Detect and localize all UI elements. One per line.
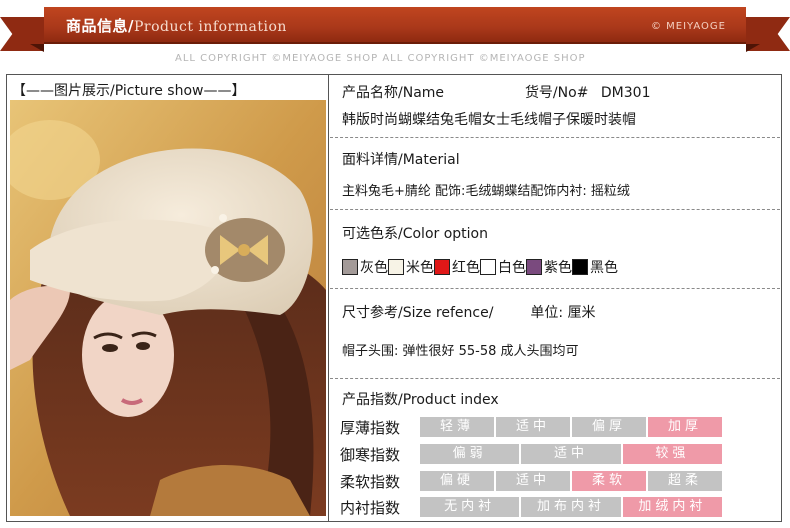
separator	[330, 137, 780, 138]
product-index-cell-selected: 加绒内衬	[622, 497, 722, 517]
size-title: 尺寸参考/Size refence/	[342, 305, 494, 321]
product-photo-illustration	[10, 100, 326, 516]
separator	[330, 288, 780, 289]
product-index-cell: 适中	[521, 444, 621, 464]
color-swatch	[342, 259, 358, 275]
size-header: 尺寸参考/Size refence/ 单位: 厘米	[342, 302, 596, 322]
size-text: 帽子头围: 弹性很好 55-58 成人头围均可	[342, 344, 579, 359]
product-index-cell-selected: 加厚	[648, 417, 722, 437]
material-title: 面料详情/Material	[342, 152, 460, 168]
product-index-cell: 超柔	[648, 471, 722, 491]
color-option-title: 可选色系/Color option	[342, 226, 488, 242]
color-option-item: 白色	[480, 257, 526, 277]
product-index-cell-selected: 柔软	[572, 471, 646, 491]
product-index-title: 产品指数/Product index	[342, 392, 499, 408]
product-index-cell: 适中	[496, 417, 570, 437]
size-unit-label: 单位: 厘米	[530, 305, 596, 321]
color-label: 灰色	[360, 260, 388, 276]
product-index-row: 内衬指数 无内衬 加布内衬 加绒内衬	[340, 497, 725, 517]
product-index-cell: 偏硬	[420, 471, 494, 491]
color-option-list: 灰色 米色 红色 白色 紫色 黑色	[342, 257, 618, 277]
product-index-cell: 适中	[496, 471, 570, 491]
color-swatch	[526, 259, 542, 275]
sku-value: DM301	[600, 85, 651, 101]
product-name-header: 产品名称/Name 货号/No# DM301	[342, 82, 650, 102]
product-name-label: 产品名称/Name	[342, 85, 445, 101]
separator	[330, 378, 780, 379]
header-brand: © MEIYAOGE	[650, 21, 726, 32]
color-label: 红色	[452, 260, 480, 276]
product-index-label: 柔软指数	[340, 473, 401, 491]
product-index-label: 御寒指数	[340, 446, 401, 464]
color-option-item: 米色	[388, 257, 434, 277]
product-index-cell: 偏厚	[572, 417, 646, 437]
separator	[330, 209, 780, 210]
header-title-cn: 商品信息/	[66, 17, 134, 35]
product-index-row: 柔软指数 偏硬 适中 柔软 超柔	[340, 471, 725, 491]
color-swatch	[434, 259, 450, 275]
color-label: 白色	[498, 260, 526, 276]
product-index-cell-selected: 较强	[622, 444, 722, 464]
product-photo	[10, 100, 326, 516]
product-index-cell: 加布内衬	[521, 497, 621, 517]
product-index-cell: 偏弱	[420, 444, 520, 464]
product-name-value: 韩版时尚蝴蝶结兔毛帽女士毛线帽子保暖时装帽	[342, 112, 636, 128]
product-index-row: 厚薄指数 轻薄 适中 偏厚 加厚	[340, 417, 725, 437]
color-option-item: 黑色	[572, 257, 618, 277]
color-label: 紫色	[544, 260, 572, 276]
product-index-cell: 轻薄	[420, 417, 494, 437]
product-index-row: 御寒指数 偏弱 适中 较强	[340, 444, 725, 464]
product-index-label: 厚薄指数	[340, 419, 401, 437]
product-index-label: 内衬指数	[340, 499, 401, 517]
color-label: 黑色	[590, 260, 618, 276]
header-title-en: Product information	[133, 19, 287, 35]
color-option-item: 红色	[434, 257, 480, 277]
material-text: 主料兔毛+腈纶 配饰:毛绒蝴蝶结配饰内衬: 摇粒绒	[342, 184, 630, 199]
color-option-item: 灰色	[342, 257, 388, 277]
copyright-watermark: ALL COPYRIGHT ©MEIYAOGE SHOP ALL COPYRIG…	[175, 53, 586, 64]
column-divider	[328, 74, 329, 522]
color-label: 米色	[406, 260, 434, 276]
product-index-cell: 无内衬	[420, 497, 520, 517]
color-swatch	[572, 259, 588, 275]
sku-label: 货号/No#	[524, 85, 589, 101]
header-ribbon: 商品信息/Product information © MEIYAOGE	[44, 7, 746, 44]
color-swatch	[480, 259, 496, 275]
picture-show-title: 【——图片展示/Picture show——】	[12, 83, 246, 99]
header-title: 商品信息/Product information	[66, 15, 287, 36]
color-option-item: 紫色	[526, 257, 572, 277]
color-swatch	[388, 259, 404, 275]
